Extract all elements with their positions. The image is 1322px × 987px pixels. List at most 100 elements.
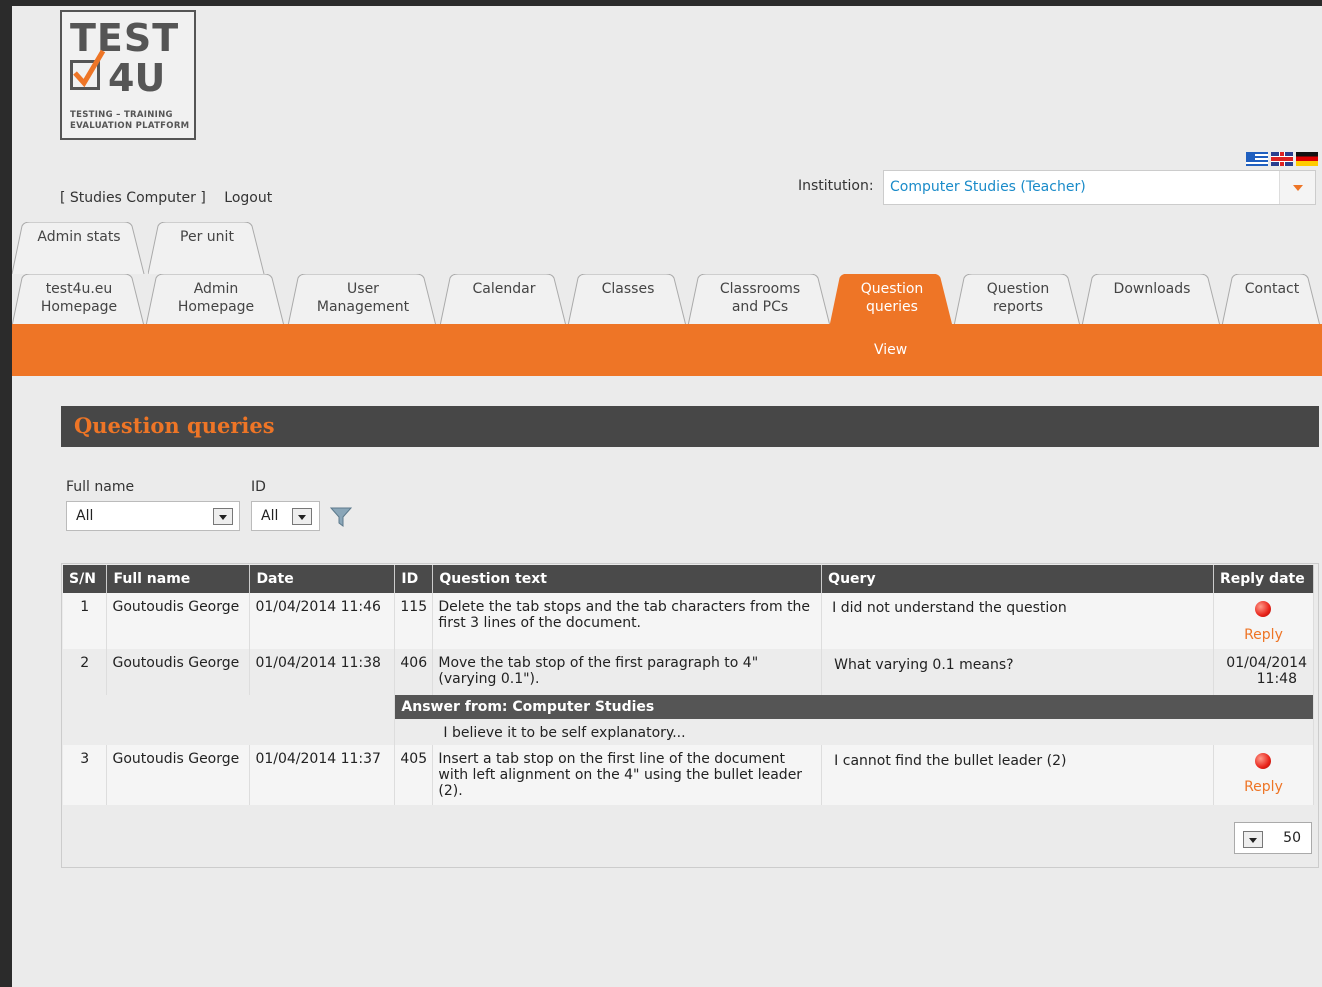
view-link[interactable]: View — [874, 342, 907, 358]
page: TEST 4U TESTING – TRAINING EVALUATION PL… — [12, 6, 1322, 987]
filter-funnel-icon[interactable] — [329, 506, 353, 532]
cell-date: 01/04/2014 11:38 — [249, 649, 396, 695]
id-filter-select[interactable]: All — [251, 501, 320, 531]
tab-question-queries[interactable]: Question queries — [830, 274, 954, 326]
col-fullname[interactable]: Full name — [106, 565, 251, 593]
cell-question: Move the tab stop of the first paragraph… — [432, 649, 823, 695]
cell-fullname: Goutoudis George — [106, 649, 251, 695]
tab-admin-stats-label: Admin stats — [37, 229, 121, 245]
reply-link[interactable]: Reply — [1219, 779, 1308, 795]
tab-label-line2: Homepage — [177, 299, 255, 315]
fullname-filter-value: All — [76, 508, 94, 524]
page-size-value: 50 — [1283, 830, 1301, 846]
fullname-filter-select[interactable]: All — [66, 501, 240, 531]
tab-label-line2: Homepage — [40, 299, 118, 315]
sub-navigation-bar: View — [12, 324, 1322, 376]
logo-tagline-2: EVALUATION PLATFORM — [70, 121, 190, 131]
col-reply-date[interactable]: Reply date — [1213, 565, 1315, 593]
queries-table: S/N Full name Date ID Question text Quer… — [63, 565, 1315, 805]
tab-classrooms-pcs[interactable]: Classrooms and PCs — [688, 274, 832, 326]
tab-classes-label: Classes — [568, 274, 688, 298]
cell-reply: Reply — [1213, 745, 1315, 805]
reply-link[interactable]: Reply — [1219, 627, 1308, 643]
tab-label-line2: queries — [866, 299, 918, 315]
chevron-down-icon[interactable] — [213, 508, 233, 525]
logo-text-4u: 4U — [108, 56, 166, 100]
tab-label-line1: Question — [986, 281, 1050, 297]
page-size-select[interactable]: 50 — [1234, 822, 1312, 854]
col-date[interactable]: Date — [249, 565, 396, 593]
cell-date: 01/04/2014 11:37 — [249, 745, 396, 805]
cell-sn: 1 — [63, 593, 108, 649]
institution-value: Computer Studies (Teacher) — [890, 179, 1086, 195]
tab-per-unit[interactable]: Per unit — [148, 222, 266, 274]
tab-calendar[interactable]: Calendar — [440, 274, 568, 326]
tab-label-line1: Classes — [601, 281, 655, 297]
cell-reply: Reply — [1213, 593, 1315, 649]
cell-question: Delete the tab stops and the tab charact… — [432, 593, 823, 649]
col-question-text[interactable]: Question text — [432, 565, 823, 593]
tab-contact-label: Contact — [1222, 274, 1322, 298]
answer-text: I believe it to be self explanatory... — [394, 719, 1314, 745]
tab-per-unit-label: Per unit — [180, 229, 234, 245]
tab-test4u-homepage-label: test4u.eu Homepage — [12, 274, 146, 316]
cell-id: 406 — [394, 649, 434, 695]
tab-user-management-label: User Management — [288, 274, 438, 316]
cell-query: What varying 0.1 means? — [821, 649, 1214, 695]
tab-label-line1: Question — [860, 281, 924, 297]
cell-question: Insert a tab stop on the first line of t… — [432, 745, 823, 805]
cell-sn: 2 — [63, 649, 108, 695]
tab-downloads[interactable]: Downloads — [1082, 274, 1222, 326]
cell-date: 01/04/2014 11:46 — [249, 593, 396, 649]
answer-from: Answer from: Computer Studies — [394, 695, 1314, 719]
tab-admin-homepage-label: Admin Homepage — [146, 274, 286, 316]
col-sn[interactable]: S/N — [63, 565, 108, 593]
chevron-down-icon[interactable] — [1243, 831, 1263, 848]
tab-label-line2: and PCs — [731, 299, 789, 315]
tab-user-management[interactable]: User Management — [288, 274, 438, 326]
chevron-down-icon[interactable] — [292, 508, 312, 525]
table-row: 2 Goutoudis George 01/04/2014 11:38 406 … — [63, 649, 1315, 695]
reply-time: 11:48 — [1256, 671, 1297, 687]
test4u-logo[interactable]: TEST 4U TESTING – TRAINING EVALUATION PL… — [60, 10, 196, 140]
queries-panel: S/N Full name Date ID Question text Quer… — [61, 563, 1319, 868]
tab-admin-homepage[interactable]: Admin Homepage — [146, 274, 286, 326]
reply-date: 01/04/2014 — [1226, 655, 1307, 671]
tab-classes[interactable]: Classes — [568, 274, 688, 326]
blank-cell — [63, 695, 396, 719]
answer-body-row: I believe it to be self explanatory... — [63, 719, 1314, 745]
cell-id: 115 — [394, 593, 434, 649]
tab-label-line2: Management — [316, 299, 410, 315]
page-title: Question queries — [74, 413, 275, 438]
institution-select[interactable]: Computer Studies (Teacher) — [883, 170, 1316, 205]
tab-test4u-homepage[interactable]: test4u.eu Homepage — [12, 274, 146, 326]
id-filter-value: All — [261, 508, 279, 524]
col-query[interactable]: Query — [821, 565, 1214, 593]
answer-header-row: Answer from: Computer Studies — [63, 695, 1314, 719]
institution-label: Institution: — [798, 178, 874, 194]
tab-classrooms-pcs-label: Classrooms and PCs — [688, 274, 832, 316]
chevron-down-icon[interactable] — [1279, 171, 1315, 204]
tab-label-line1: User — [347, 281, 379, 297]
tab-question-queries-label: Question queries — [830, 274, 954, 316]
greek-flag-icon[interactable] — [1246, 152, 1268, 166]
tab-label-line1: test4u.eu — [45, 281, 113, 297]
tab-admin-stats[interactable]: Admin stats — [12, 222, 146, 274]
blank-cell — [63, 719, 396, 745]
col-id[interactable]: ID — [394, 565, 434, 593]
cell-query: I did not understand the question — [821, 593, 1214, 649]
logout-link[interactable]: Logout — [224, 190, 272, 206]
user-name-link[interactable]: [ Studies Computer ] — [60, 190, 206, 206]
english-flag-icon[interactable] — [1271, 152, 1293, 166]
user-bar: [ Studies Computer ] Logout — [60, 190, 286, 206]
tab-label-line1: Admin — [193, 281, 239, 297]
tab-question-reports-label: Question reports — [954, 274, 1082, 316]
tab-label-line1: Classrooms — [719, 281, 801, 297]
tab-question-reports[interactable]: Question reports — [954, 274, 1082, 326]
german-flag-icon[interactable] — [1296, 152, 1318, 166]
tab-contact[interactable]: Contact — [1222, 274, 1322, 326]
tab-downloads-label: Downloads — [1082, 274, 1222, 298]
tab-label-line2: reports — [992, 299, 1044, 315]
tab-label-line1: Downloads — [1113, 281, 1191, 297]
language-selector — [1246, 152, 1318, 166]
